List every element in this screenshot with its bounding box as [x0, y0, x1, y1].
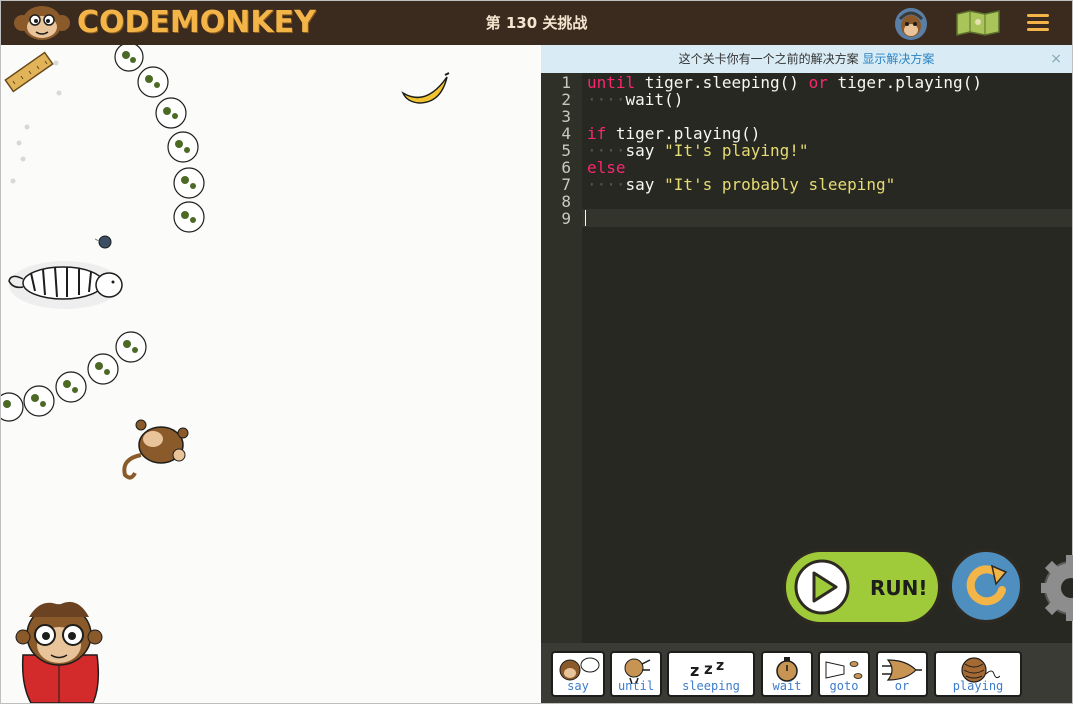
chip-or[interactable]: or	[876, 651, 928, 697]
line-gutter: 1 2 3 4 5 6 7 8 9	[541, 73, 582, 643]
svg-text:z: z	[704, 660, 713, 678]
notice-text: 这个关卡你有一个之前的解决方案	[678, 52, 859, 66]
bush-obstacles-bottom	[1, 331, 147, 422]
command-palette: say until z z z sleeping wait goto or pl…	[541, 643, 1072, 703]
svg-text:z: z	[716, 658, 724, 674]
game-stage	[1, 45, 541, 703]
top-bar: CODEMONKEY 第 130 关挑战	[1, 1, 1072, 45]
reset-icon	[966, 564, 1008, 606]
settings-gear-icon[interactable]	[1031, 553, 1073, 623]
text-cursor	[585, 210, 586, 226]
line-number: 9	[561, 209, 571, 228]
tiger-sprite[interactable]	[8, 261, 123, 309]
chip-playing[interactable]: playing	[934, 651, 1022, 697]
run-button[interactable]: RUN!	[783, 549, 941, 625]
editor-panel: 这个关卡你有一个之前的解决方案 显示解决方案 × 1 2 3 4 5 6 7 8…	[541, 45, 1073, 703]
user-avatar-icon[interactable]	[894, 7, 928, 41]
chip-sleeping[interactable]: z z z sleeping	[667, 651, 755, 697]
run-label: RUN!	[870, 576, 928, 600]
ball-icon	[94, 235, 112, 249]
chip-until[interactable]: until	[610, 651, 662, 697]
chip-say[interactable]: say	[551, 651, 605, 697]
code-line-7[interactable]: ····say "It's probably sleeping"	[587, 175, 895, 194]
ruler-icon[interactable]	[4, 51, 54, 93]
show-solution-link[interactable]: 显示解决方案	[862, 52, 934, 66]
banana-icon[interactable]	[401, 72, 450, 104]
close-icon[interactable]: ×	[1050, 45, 1062, 73]
active-line-highlight	[582, 209, 1072, 227]
reset-button[interactable]	[949, 549, 1023, 623]
previous-solution-notice: 这个关卡你有一个之前的解决方案 显示解决方案 ×	[541, 45, 1072, 73]
svg-text:z: z	[690, 661, 699, 680]
play-icon	[794, 559, 850, 615]
chip-wait[interactable]: wait	[761, 651, 813, 697]
guide-character	[15, 601, 103, 703]
code-line-2[interactable]: ····wait()	[587, 90, 683, 109]
bush-obstacles-top	[114, 45, 205, 233]
map-icon[interactable]	[956, 10, 1000, 36]
chip-goto[interactable]: goto	[818, 651, 870, 697]
monkey-sprite[interactable]	[122, 419, 189, 480]
menu-icon[interactable]	[1025, 10, 1051, 36]
